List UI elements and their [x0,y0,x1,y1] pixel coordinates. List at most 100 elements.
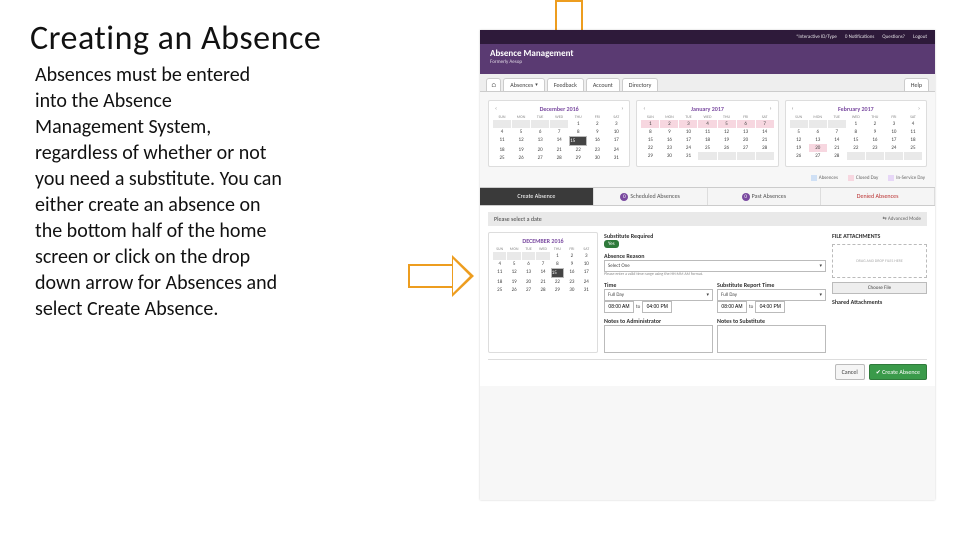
calendar-day[interactable]: 6 [522,260,535,268]
calendar-day[interactable] [756,152,774,160]
calendar-day[interactable]: 25 [493,286,506,294]
subtab-denied[interactable]: Denied Absences [821,188,935,205]
calendar-day[interactable]: 15 [551,268,564,278]
calendar-day[interactable]: 7 [550,128,568,136]
calendar-day[interactable] [493,120,511,128]
calendar-day[interactable]: 30 [588,154,606,162]
calendar-day[interactable]: 17 [679,136,697,144]
calendar-day[interactable]: 1 [847,120,865,128]
calendar-day[interactable]: 4 [904,120,922,128]
calendar-day[interactable] [536,252,549,260]
srt-daypart-select[interactable]: Full Day▾ [717,289,826,301]
calendar-day[interactable]: 8 [847,128,865,136]
tab-feedback[interactable]: Feedback [547,78,584,91]
calendar-day[interactable]: 31 [580,286,593,294]
topbar-questions[interactable]: Questions? [882,34,905,40]
calendar-day[interactable]: 21 [828,144,846,152]
reason-select[interactable]: Select One▾ [604,260,826,272]
calendar-day[interactable]: 25 [904,144,922,152]
calendar-day[interactable]: 6 [809,128,827,136]
month-prev[interactable]: ‹ [639,104,649,112]
calendar-day[interactable]: 19 [512,146,530,154]
calendar-day[interactable]: 27 [809,152,827,160]
calendar-day[interactable]: 22 [847,144,865,152]
calendar-day[interactable]: 13 [809,136,827,144]
tab-absences[interactable]: Absences▾ [503,78,544,91]
calendar-day[interactable]: 25 [493,154,511,162]
calendar-day[interactable]: 9 [588,128,606,136]
calendar-day[interactable]: 18 [493,146,511,154]
calendar-day[interactable]: 6 [737,120,755,128]
calendar-day[interactable]: 9 [866,128,884,136]
calendar-day[interactable] [866,152,884,160]
calendar-day[interactable]: 26 [790,152,808,160]
calendar-day[interactable]: 4 [493,260,506,268]
calendar-day[interactable]: 30 [660,152,678,160]
calendar-day[interactable]: 6 [531,128,549,136]
calendar-day[interactable]: 24 [580,278,593,286]
calendar-day[interactable] [512,120,530,128]
calendar-day[interactable]: 23 [565,278,578,286]
calendar-day[interactable]: 16 [660,136,678,144]
calendar-day[interactable]: 10 [580,260,593,268]
calendar-day[interactable] [531,120,549,128]
calendar-day[interactable]: 10 [885,128,903,136]
calendar-day[interactable]: 31 [607,154,625,162]
month-prev[interactable]: ‹ [491,104,501,112]
calendar-day[interactable]: 26 [512,154,530,162]
sub-required-value[interactable]: Yes [604,240,619,248]
calendar-day[interactable]: 18 [493,278,506,286]
calendar-day[interactable]: 21 [756,136,774,144]
file-dropzone[interactable]: DRAG AND DROP FILES HERE [832,244,927,278]
create-absence-button[interactable]: Create Absence [869,364,927,380]
calendar-day[interactable]: 9 [565,260,578,268]
subtab-scheduled[interactable]: 0Scheduled Absences [594,188,708,205]
calendar-day[interactable] [698,152,716,160]
calendar-day[interactable] [737,152,755,160]
calendar-day[interactable]: 15 [569,136,587,146]
calendar-day[interactable]: 18 [698,136,716,144]
calendar-day[interactable]: 19 [718,136,736,144]
calendar-day[interactable]: 7 [828,128,846,136]
notes-admin-textarea[interactable] [604,325,713,353]
calendar-day[interactable] [493,252,506,260]
calendar-day[interactable]: 4 [493,128,511,136]
calendar-day[interactable]: 13 [531,136,549,146]
month-next[interactable]: › [914,104,924,112]
calendar-day[interactable]: 16 [588,136,606,146]
calendar-day[interactable]: 5 [718,120,736,128]
calendar-day[interactable]: 22 [551,278,564,286]
calendar-day[interactable]: 5 [507,260,520,268]
calendar-day[interactable]: 10 [679,128,697,136]
month-prev[interactable]: ‹ [788,104,798,112]
calendar-day[interactable]: 8 [641,128,659,136]
srt-to-input[interactable] [755,301,785,313]
calendar-day[interactable] [885,152,903,160]
month-next[interactable]: › [766,104,776,112]
time-to-input[interactable] [642,301,672,313]
calendar-day[interactable]: 1 [551,252,564,260]
calendar-day[interactable] [718,152,736,160]
calendar-day[interactable]: 23 [588,146,606,154]
calendar-day[interactable]: 28 [550,154,568,162]
calendar-day[interactable]: 17 [885,136,903,144]
calendar-day[interactable]: 28 [828,152,846,160]
calendar-day[interactable]: 21 [550,146,568,154]
calendar-day[interactable]: 24 [679,144,697,152]
calendar-day[interactable]: 24 [885,144,903,152]
calendar-day[interactable]: 13 [737,128,755,136]
calendar-day[interactable]: 16 [866,136,884,144]
calendar-day[interactable]: 17 [607,136,625,146]
calendar-day[interactable]: 8 [569,128,587,136]
tab-home[interactable]: ⌂ [486,78,501,91]
calendar-day[interactable]: 29 [641,152,659,160]
calendar-day[interactable]: 2 [588,120,606,128]
calendar-day[interactable]: 27 [522,286,535,294]
calendar-day[interactable]: 23 [866,144,884,152]
calendar-day[interactable]: 28 [756,144,774,152]
calendar-day[interactable]: 20 [531,146,549,154]
calendar-day[interactable]: 4 [698,120,716,128]
time-from-input[interactable] [604,301,634,313]
advanced-mode-link[interactable]: ⇆ Advanced Mode [883,216,921,222]
calendar-day[interactable]: 2 [866,120,884,128]
